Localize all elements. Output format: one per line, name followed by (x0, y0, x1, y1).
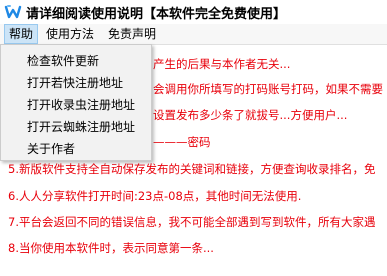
instruction-line-1: 产生的后果与本作者无关... (153, 57, 291, 71)
menu-item-label: 打开云蜘蛛注册地址 (27, 120, 136, 134)
menu-item-shouluchong-register[interactable]: 打开收录虫注册地址 (1, 94, 151, 116)
menu-item-label: 打开若快注册地址 (27, 76, 124, 90)
instruction-line-6: 6.人人分享软件打开时间:23点-08点，其他时间无法使用. (8, 189, 302, 203)
instruction-line-8: 8.当你使用本软件时，表示同意第一条... (8, 241, 214, 255)
menu-item-check-update[interactable]: 检查软件更新 (1, 50, 151, 72)
menu-item-label: 打开收录虫注册地址 (27, 98, 136, 112)
app-logo-icon (4, 5, 22, 19)
menu-usage[interactable]: 使用方法 (42, 25, 98, 43)
instruction-line-3: 设置发布多少条了就拔号...方便用户... (153, 108, 348, 122)
title-bar: 请详细阅读使用说明【本软件完全免费使用】 (0, 0, 387, 24)
menu-item-label: 检查软件更新 (27, 54, 100, 68)
instruction-line-4: ———密码 (153, 135, 211, 149)
menu-bar: 帮助 使用方法 免责声明 (0, 24, 387, 45)
menu-item-yunzhizhu-register[interactable]: 打开云蜘蛛注册地址 (1, 116, 151, 138)
app-window: 请详细阅读使用说明【本软件完全免费使用】 帮助 使用方法 免责声明 产生的后果与… (0, 0, 387, 276)
menu-disclaimer[interactable]: 免责声明 (104, 25, 160, 43)
window-title: 请详细阅读使用说明【本软件完全免费使用】 (26, 7, 287, 22)
instruction-line-2: 会调用你所填写的打码账号打码，如果不需要 (153, 82, 383, 96)
menu-item-about-author[interactable]: 关于作者 (1, 138, 151, 160)
instruction-line-7: 7.平台会返回不同的错误信息，我不可能全部遇到写到软件，所有大家遇 (8, 215, 376, 229)
menu-help[interactable]: 帮助 (4, 24, 39, 44)
instruction-line-5: 5.新版软件支持全自动保存发布的关键词和链接，方便查询收录排名，免 (8, 162, 376, 176)
help-dropdown-menu: 检查软件更新 打开若快注册地址 打开收录虫注册地址 打开云蜘蛛注册地址 关于作者 (0, 44, 152, 161)
menu-item-ruokuai-register[interactable]: 打开若快注册地址 (1, 72, 151, 94)
menu-item-label: 关于作者 (27, 142, 76, 156)
